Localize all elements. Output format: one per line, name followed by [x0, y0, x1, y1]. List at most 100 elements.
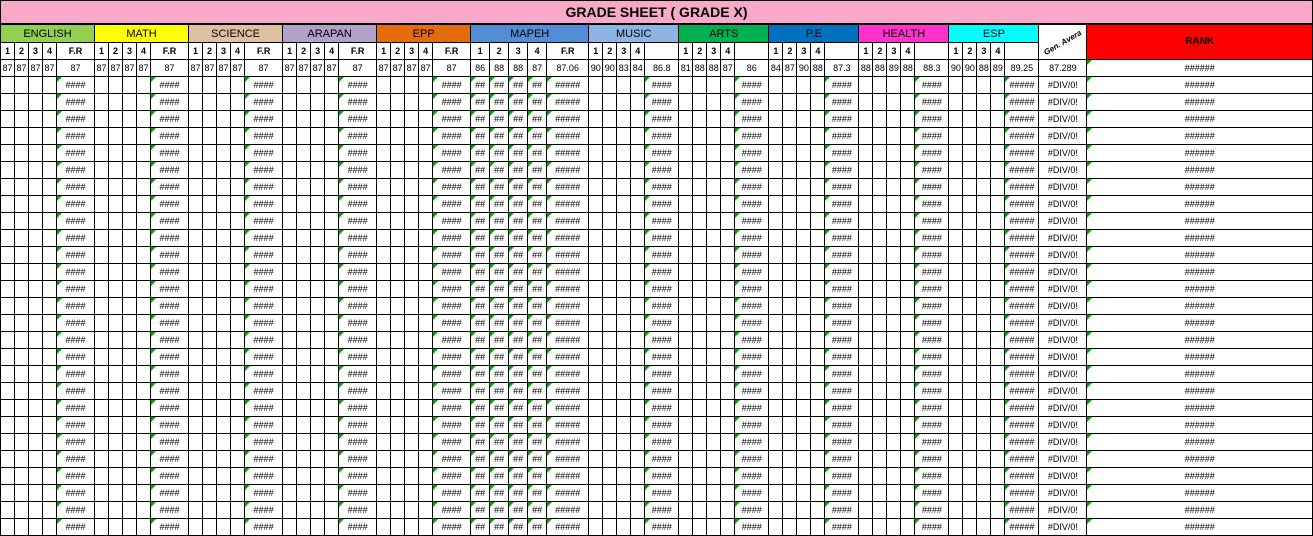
- grade-cell[interactable]: [769, 519, 783, 536]
- grade-cell[interactable]: 88: [693, 60, 707, 77]
- grade-cell[interactable]: [859, 111, 873, 128]
- grade-cell[interactable]: [377, 366, 391, 383]
- grade-cell[interactable]: [189, 383, 203, 400]
- grade-cell[interactable]: ##: [471, 196, 490, 213]
- grade-cell[interactable]: [95, 400, 109, 417]
- fr-cell[interactable]: ####: [915, 264, 949, 281]
- grade-cell[interactable]: ##: [509, 468, 528, 485]
- grade-cell[interactable]: [769, 366, 783, 383]
- grade-cell[interactable]: [43, 111, 57, 128]
- grade-cell[interactable]: [977, 94, 991, 111]
- grade-cell[interactable]: [721, 196, 735, 213]
- fr-cell[interactable]: ####: [825, 196, 859, 213]
- grade-cell[interactable]: [15, 145, 29, 162]
- grade-cell[interactable]: [123, 434, 137, 451]
- grade-cell[interactable]: [603, 264, 617, 281]
- grade-cell[interactable]: [617, 519, 631, 536]
- grade-cell[interactable]: [311, 247, 325, 264]
- grade-cell[interactable]: [137, 349, 151, 366]
- grade-cell[interactable]: [377, 247, 391, 264]
- grade-cell[interactable]: [631, 247, 645, 264]
- grade-cell[interactable]: [29, 94, 43, 111]
- fr-cell[interactable]: ####: [825, 502, 859, 519]
- gen-cell[interactable]: #DIV/0!: [1039, 128, 1087, 145]
- fr-cell[interactable]: #####: [547, 247, 589, 264]
- grade-cell[interactable]: [231, 298, 245, 315]
- grade-cell[interactable]: [325, 247, 339, 264]
- grade-cell[interactable]: [203, 128, 217, 145]
- grade-cell[interactable]: [707, 485, 721, 502]
- grade-cell[interactable]: [297, 213, 311, 230]
- fr-cell[interactable]: #####: [1005, 502, 1039, 519]
- grade-cell[interactable]: [617, 213, 631, 230]
- fr-cell[interactable]: ####: [433, 315, 471, 332]
- grade-cell[interactable]: [721, 400, 735, 417]
- grade-cell[interactable]: [769, 417, 783, 434]
- grade-cell[interactable]: [977, 366, 991, 383]
- grade-cell[interactable]: [231, 264, 245, 281]
- grade-cell[interactable]: [43, 213, 57, 230]
- fr-cell[interactable]: ####: [915, 77, 949, 94]
- grade-cell[interactable]: [123, 230, 137, 247]
- grade-cell[interactable]: [419, 264, 433, 281]
- grade-cell[interactable]: [991, 519, 1005, 536]
- grade-cell[interactable]: [217, 281, 231, 298]
- grade-cell[interactable]: [783, 94, 797, 111]
- grade-cell[interactable]: [901, 264, 915, 281]
- grade-cell[interactable]: [297, 502, 311, 519]
- grade-cell[interactable]: [859, 485, 873, 502]
- grade-cell[interactable]: [977, 230, 991, 247]
- grade-cell[interactable]: [589, 179, 603, 196]
- grade-cell[interactable]: 87: [203, 60, 217, 77]
- grade-cell[interactable]: [797, 366, 811, 383]
- grade-cell[interactable]: [977, 315, 991, 332]
- grade-cell[interactable]: ##: [509, 519, 528, 536]
- gen-cell[interactable]: #DIV/0!: [1039, 434, 1087, 451]
- gen-cell[interactable]: #DIV/0!: [1039, 383, 1087, 400]
- div-error-cell[interactable]: ######: [1087, 145, 1313, 162]
- grade-cell[interactable]: [123, 179, 137, 196]
- grade-cell[interactable]: 86: [471, 60, 490, 77]
- fr-cell[interactable]: ####: [245, 451, 283, 468]
- fr-cell[interactable]: ####: [825, 366, 859, 383]
- grade-cell[interactable]: [325, 400, 339, 417]
- fr-cell[interactable]: ####: [645, 128, 679, 145]
- grade-cell[interactable]: [43, 485, 57, 502]
- grade-cell[interactable]: [217, 162, 231, 179]
- grade-cell[interactable]: [617, 468, 631, 485]
- grade-cell[interactable]: [95, 196, 109, 213]
- grade-cell[interactable]: [617, 383, 631, 400]
- grade-cell[interactable]: [217, 145, 231, 162]
- grade-cell[interactable]: [311, 111, 325, 128]
- grade-cell[interactable]: [1, 417, 15, 434]
- div-error-cell[interactable]: ######: [1087, 451, 1313, 468]
- grade-cell[interactable]: [405, 162, 419, 179]
- fr-cell[interactable]: ####: [645, 264, 679, 281]
- grade-cell[interactable]: [797, 298, 811, 315]
- grade-cell[interactable]: [603, 128, 617, 145]
- grade-cell[interactable]: [977, 298, 991, 315]
- grade-cell[interactable]: [405, 264, 419, 281]
- grade-cell[interactable]: [769, 332, 783, 349]
- grade-cell[interactable]: [887, 264, 901, 281]
- grade-cell[interactable]: 87: [377, 60, 391, 77]
- grade-cell[interactable]: [137, 247, 151, 264]
- grade-cell[interactable]: ##: [471, 145, 490, 162]
- fr-cell[interactable]: ####: [645, 162, 679, 179]
- fr-cell[interactable]: ####: [57, 162, 95, 179]
- grade-cell[interactable]: [419, 230, 433, 247]
- grade-cell[interactable]: [991, 94, 1005, 111]
- grade-cell[interactable]: [977, 162, 991, 179]
- grade-cell[interactable]: [811, 366, 825, 383]
- grade-cell[interactable]: [297, 417, 311, 434]
- grade-cell[interactable]: [189, 179, 203, 196]
- grade-cell[interactable]: [1, 366, 15, 383]
- grade-cell[interactable]: [123, 519, 137, 536]
- grade-cell[interactable]: [325, 179, 339, 196]
- grade-cell[interactable]: [231, 468, 245, 485]
- grade-cell[interactable]: [123, 213, 137, 230]
- grade-cell[interactable]: [603, 94, 617, 111]
- grade-cell[interactable]: [189, 519, 203, 536]
- grade-cell[interactable]: [707, 230, 721, 247]
- grade-cell[interactable]: [109, 349, 123, 366]
